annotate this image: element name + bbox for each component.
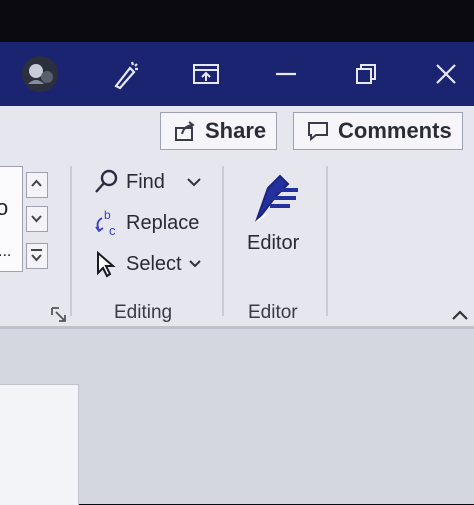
cursor-arrow-icon (97, 250, 116, 278)
title-bar (0, 42, 474, 106)
avatar[interactable] (16, 52, 64, 96)
chevron-down-icon (188, 260, 201, 268)
designer-icon[interactable] (104, 52, 148, 96)
collapse-ribbon-icon[interactable] (448, 306, 472, 324)
font-partial-text: o (0, 195, 8, 221)
select-button[interactable]: Select (92, 248, 202, 280)
replace-icon: b c (95, 208, 116, 238)
ribbon-display-options-icon[interactable] (184, 52, 228, 96)
replace-button[interactable]: b c Replace (92, 207, 199, 239)
editor-button-label: Editor (247, 232, 300, 254)
find-label: Find (126, 170, 165, 193)
replace-label: Replace (126, 211, 200, 234)
search-icon (95, 169, 118, 193)
editor-group-label: Editor (248, 302, 298, 323)
more-button[interactable] (26, 243, 48, 269)
dialog-launcher-icon[interactable] (50, 306, 68, 324)
close-icon[interactable] (424, 52, 468, 96)
editor-button[interactable]: Editor (240, 166, 312, 266)
restore-icon[interactable] (344, 52, 388, 96)
share-label: Share (205, 118, 267, 143)
font-partial-ellipsis: ... (0, 243, 12, 260)
share-icon (175, 121, 195, 141)
document-page[interactable] (0, 384, 79, 505)
group-separator (326, 166, 328, 316)
group-separator (70, 166, 72, 316)
find-button[interactable]: Find (92, 166, 205, 198)
comments-button[interactable]: Comments (293, 112, 463, 150)
share-button[interactable]: Share (160, 112, 277, 150)
comment-icon (308, 122, 328, 142)
group-separator (222, 166, 224, 316)
scroll-down-button[interactable] (26, 206, 48, 232)
comments-label: Comments (338, 118, 452, 143)
scroll-up-button[interactable] (26, 172, 48, 198)
editing-group-label: Editing (114, 302, 173, 323)
svg-text:c: c (109, 223, 116, 238)
font-size-box[interactable]: o ... (0, 166, 23, 272)
minimize-icon[interactable] (264, 52, 308, 96)
editor-pen-icon (255, 174, 298, 223)
chevron-down-icon (187, 178, 201, 187)
select-label: Select (126, 252, 182, 275)
svg-text:b: b (104, 208, 111, 222)
